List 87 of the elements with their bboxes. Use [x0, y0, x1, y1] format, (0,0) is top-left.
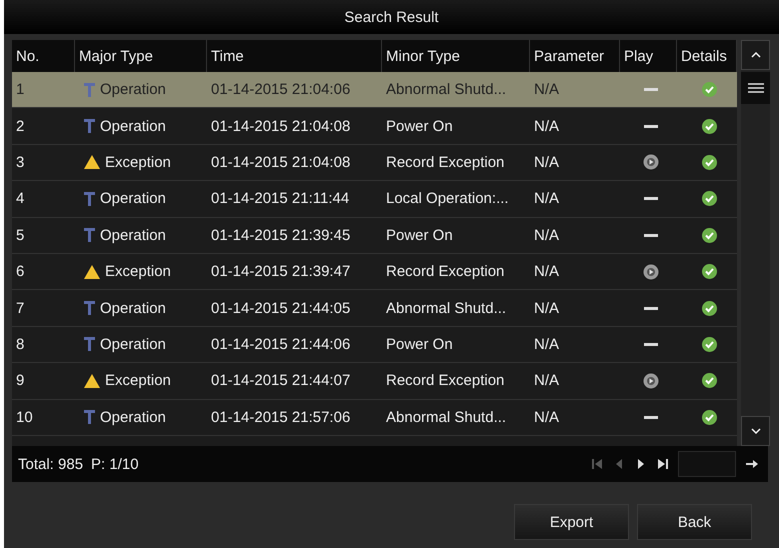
- check-icon[interactable]: [702, 118, 716, 134]
- table-cell-text: N/A: [533, 408, 560, 426]
- table-cell-text: Record Exception: [385, 372, 506, 390]
- table-cell: Operation: [100, 118, 166, 135]
- table-row[interactable]: 10 Operation 01-14-2015 21:57:06 Abnormal Shutd... N/A: [12, 400, 737, 436]
- check-icon[interactable]: [702, 228, 716, 243]
- scroll-up-button[interactable]: [741, 40, 770, 70]
- table-cell: Operation: [100, 226, 166, 244]
- table-cell-text: 01-14-2015 21:44:07: [210, 372, 352, 390]
- scroll-down-button[interactable]: [741, 416, 770, 446]
- table-cell-text: Abnormal Shutd...: [385, 81, 508, 98]
- table-cell-text: Power On: [385, 118, 454, 135]
- table-cell-text: N/A: [533, 263, 560, 280]
- play-icon[interactable]: [642, 264, 658, 280]
- table-cell-text: 01-14-2015 21:04:08: [210, 154, 352, 171]
- table-cell-text: 5: [15, 226, 26, 244]
- table-cell-text: 01-14-2015 21:57:06: [210, 408, 352, 426]
- check-icon[interactable]: [702, 336, 716, 352]
- table-cell-text: 6: [15, 263, 26, 280]
- table-row[interactable]: 4 Operation 01-14-2015 21:11:44 Local Operation:... N/A: [12, 181, 737, 218]
- table-cell-text: 1: [15, 81, 26, 98]
- table-cell-text: 01-14-2015 21:11:44: [210, 190, 350, 208]
- last-page-icon[interactable]: [656, 457, 670, 471]
- page-indicator: P: 1/10: [91, 456, 139, 472]
- table-cell-text: Abnormal Shutd...: [385, 300, 508, 317]
- table-cell-text: Power On: [385, 336, 454, 353]
- check-icon[interactable]: [702, 154, 716, 170]
- table-cell: Operation: [100, 300, 166, 317]
- back-button[interactable]: Back: [637, 504, 752, 540]
- table-row[interactable]: 9 Exception 01-14-2015 21:44:07 Record Exception N/A: [12, 363, 737, 400]
- check-icon[interactable]: [702, 410, 716, 425]
- table-cell: Operation: [100, 336, 166, 353]
- table-cell-text: 01-14-2015 21:44:06: [210, 336, 352, 353]
- table-cell-text: Power On: [385, 226, 454, 244]
- table-cell-text: Record Exception: [385, 154, 506, 171]
- table-row[interactable]: 7 Operation 01-14-2015 21:44:05 Abnormal Shutd... N/A: [12, 290, 737, 327]
- table-row[interactable]: 6 Exception 01-14-2015 21:39:47 Record Exception N/A: [12, 254, 737, 290]
- table-row[interactable]: 1 Operation 01-14-2015 21:04:06 Abnormal Shutd... N/A: [12, 72, 737, 108]
- table-cell-text: 7: [15, 300, 26, 317]
- table-cell-text: Local Operation:...: [385, 190, 510, 208]
- table-row[interactable]: 8 Operation 01-14-2015 21:44:06 Power On N/A: [12, 326, 737, 364]
- play-icon[interactable]: [642, 154, 658, 170]
- table-cell-text: 01-14-2015 21:04:06: [210, 81, 352, 98]
- check-icon[interactable]: [702, 191, 716, 206]
- table-cell: Operation: [100, 81, 166, 98]
- table-cell-text: Record Exception: [385, 263, 506, 280]
- grip-icon: [748, 83, 764, 93]
- table-row[interactable]: 5 Operation 01-14-2015 21:39:45 Power On N/A: [12, 218, 737, 254]
- check-icon[interactable]: [702, 373, 716, 388]
- table-cell-text: 01-14-2015 21:04:08: [210, 118, 352, 135]
- table-cell-text: N/A: [533, 81, 560, 98]
- table-cell-text: Abnormal Shutd...: [385, 408, 508, 426]
- table-cell-text: N/A: [533, 118, 560, 135]
- go-arrow-icon[interactable]: [746, 459, 758, 469]
- table-cell-text: 01-14-2015 21:39:45: [210, 226, 352, 244]
- table-cell-text: N/A: [533, 372, 560, 390]
- export-button[interactable]: Export: [514, 504, 629, 540]
- scroll-thumb[interactable]: [741, 72, 770, 104]
- total-count: Total: 985: [18, 456, 84, 472]
- table-cell-text: 01-14-2015 21:44:05: [210, 300, 352, 317]
- window-title: Search Result: [4, 0, 779, 34]
- check-icon[interactable]: [702, 264, 716, 280]
- table-cell: Operation: [100, 408, 166, 426]
- table-cell-text: 3: [15, 154, 26, 171]
- chevron-down-icon: [750, 428, 760, 434]
- table-cell-text: N/A: [533, 300, 560, 317]
- table-cell: Exception: [105, 263, 171, 280]
- table-cell-text: N/A: [533, 336, 560, 353]
- check-icon[interactable]: [702, 300, 716, 316]
- table-cell: Exception: [105, 372, 171, 390]
- table-cell-text: 9: [15, 372, 26, 390]
- table-cell: Operation: [100, 190, 166, 208]
- table-cell-text: 2: [15, 118, 26, 135]
- table-cell-text: 10: [15, 408, 34, 426]
- check-icon[interactable]: [702, 82, 716, 98]
- table-row[interactable]: 2 Operation 01-14-2015 21:04:08 Power On N/A: [12, 108, 737, 145]
- table-cell: Exception: [105, 154, 171, 171]
- table-cell-text: N/A: [533, 226, 560, 244]
- table-row[interactable]: 3 Exception 01-14-2015 21:04:08 Record Exception N/A: [12, 144, 737, 182]
- play-icon[interactable]: [642, 372, 658, 389]
- table-cell-text: N/A: [533, 190, 560, 208]
- table-cell-text: 01-14-2015 21:39:47: [210, 263, 352, 280]
- page-input-field[interactable]: [678, 451, 736, 477]
- table-cell-text: 4: [15, 190, 26, 208]
- table-cell-text: N/A: [533, 154, 560, 171]
- table-cell-text: 8: [15, 336, 26, 353]
- chevron-up-icon: [750, 52, 760, 58]
